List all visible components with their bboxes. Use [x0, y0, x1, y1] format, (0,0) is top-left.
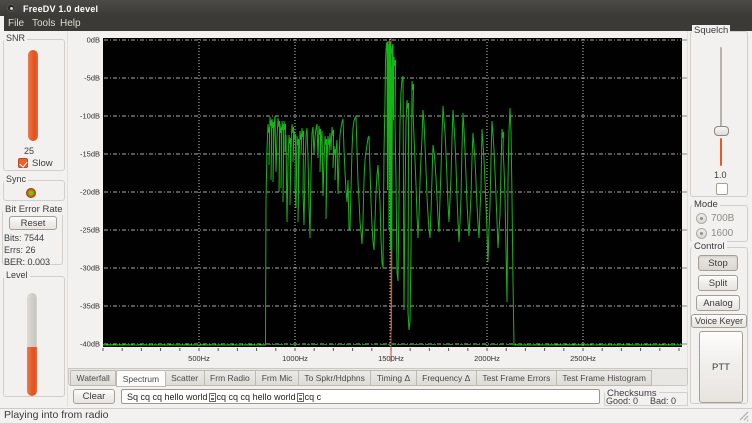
svg-text:1000Hz: 1000Hz: [282, 354, 308, 363]
svg-text:-10dB: -10dB: [80, 112, 100, 121]
svg-text:-30dB: -30dB: [80, 264, 100, 273]
svg-text:-15dB: -15dB: [80, 150, 100, 159]
svg-text:-20dB: -20dB: [80, 188, 100, 197]
svg-text:2000Hz: 2000Hz: [474, 354, 500, 363]
svg-text:500Hz: 500Hz: [188, 354, 210, 363]
svg-text:0dB: 0dB: [87, 36, 100, 45]
svg-text:-25dB: -25dB: [80, 226, 100, 235]
svg-text:-35dB: -35dB: [80, 302, 100, 311]
svg-text:1500Hz: 1500Hz: [378, 354, 404, 363]
svg-text:-5dB: -5dB: [84, 74, 100, 83]
svg-text:2500Hz: 2500Hz: [570, 354, 596, 363]
svg-text:-40dB: -40dB: [80, 340, 100, 349]
